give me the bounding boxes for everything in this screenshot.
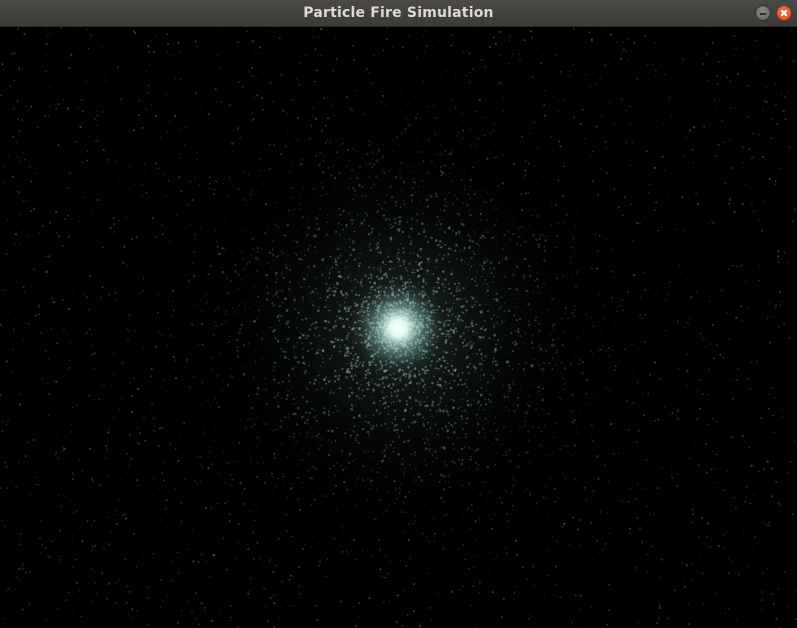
window-title: Particle Fire Simulation: [303, 5, 494, 21]
app-window: Particle Fire Simulation: [0, 0, 797, 628]
minimize-icon[interactable]: [755, 5, 771, 21]
close-icon[interactable]: [776, 5, 792, 21]
particle-canvas: [0, 27, 797, 628]
title-bar[interactable]: Particle Fire Simulation: [0, 0, 797, 27]
